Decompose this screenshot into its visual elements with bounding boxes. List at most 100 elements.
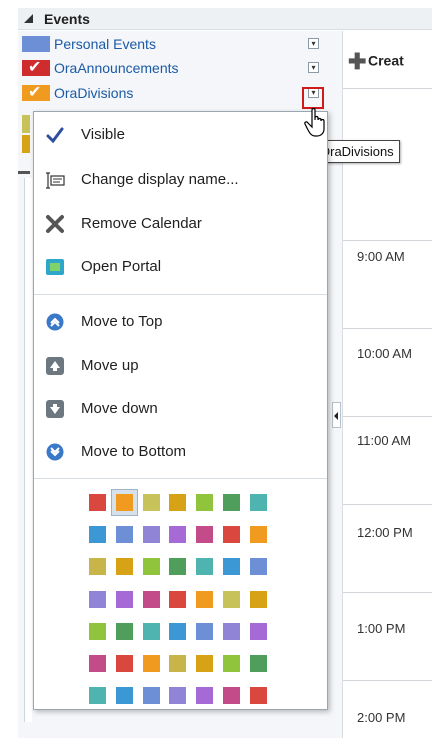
- menu-item-label: Change display name...: [81, 171, 239, 188]
- color-swatch[interactable]: [169, 655, 186, 672]
- events-section-header[interactable]: Events: [18, 8, 432, 30]
- color-swatch[interactable]: [143, 623, 160, 640]
- calendar-row-oraannouncements[interactable]: ✔ OraAnnouncements ▾: [18, 57, 342, 79]
- color-swatch[interactable]: [116, 655, 133, 672]
- color-swatch[interactable]: [116, 494, 133, 511]
- color-swatch[interactable]: [169, 558, 186, 575]
- menu-item-label: Move down: [81, 400, 158, 417]
- menu-item-label: Move up: [81, 357, 139, 374]
- menu-item-open-portal[interactable]: Open Portal: [42, 252, 318, 282]
- rename-icon: [46, 172, 65, 189]
- menu-item-move-to-bottom[interactable]: Move to Bottom: [42, 437, 318, 467]
- color-swatch[interactable]: [196, 687, 213, 704]
- calendar-label[interactable]: OraAnnouncements: [54, 60, 179, 76]
- time-label: 11:00 AM: [357, 433, 411, 448]
- color-swatch[interactable]: [169, 494, 186, 511]
- menu-item-label: Remove Calendar: [81, 215, 202, 232]
- color-swatch[interactable]: [143, 591, 160, 608]
- color-swatch[interactable]: [143, 558, 160, 575]
- color-swatch[interactable]: [143, 655, 160, 672]
- color-swatch[interactable]: [116, 623, 133, 640]
- move-to-top-icon: [46, 313, 64, 331]
- color-swatch[interactable]: [223, 591, 240, 608]
- menu-item-move-down[interactable]: Move down: [42, 394, 318, 424]
- color-swatch[interactable]: [196, 494, 213, 511]
- color-swatch[interactable]: [89, 591, 106, 608]
- color-swatch[interactable]: [223, 558, 240, 575]
- hour-line: [343, 592, 432, 593]
- collapse-panel-handle[interactable]: [332, 402, 341, 428]
- color-swatch[interactable]: [223, 687, 240, 704]
- menu-item-move-up[interactable]: Move up: [42, 351, 318, 381]
- calendar-color-swatch[interactable]: ✔: [22, 84, 50, 101]
- checkmark-icon: ✔: [28, 84, 42, 101]
- calendar-app: Events Personal Events ▾ ✔ OraAnnounceme…: [0, 0, 432, 738]
- calendar-color-swatch[interactable]: [22, 36, 50, 52]
- color-swatch[interactable]: [169, 526, 186, 543]
- color-swatch[interactable]: [89, 526, 106, 543]
- color-swatch[interactable]: [250, 494, 267, 511]
- calendar-label[interactable]: Personal Events: [54, 36, 156, 52]
- color-swatch[interactable]: [143, 494, 160, 511]
- calendar-color-swatch: [22, 135, 30, 153]
- color-swatch[interactable]: [223, 623, 240, 640]
- menu-item-move-to-top[interactable]: Move to Top: [42, 307, 318, 337]
- color-swatch[interactable]: [89, 655, 106, 672]
- color-swatch[interactable]: [250, 526, 267, 543]
- color-swatch[interactable]: [116, 591, 133, 608]
- color-swatch[interactable]: [116, 558, 133, 575]
- calendar-color-swatch[interactable]: ✔: [22, 59, 50, 76]
- arrow-up-icon: [46, 357, 64, 375]
- divider: [18, 171, 30, 174]
- menu-item-label: Visible: [81, 126, 125, 143]
- checkmark-icon: ✔: [28, 59, 42, 76]
- menu-separator: [34, 478, 327, 479]
- menu-item-visible[interactable]: Visible: [42, 120, 318, 150]
- hour-line: [343, 328, 432, 329]
- color-swatch[interactable]: [89, 558, 106, 575]
- calendar-menu-button[interactable]: ▾: [308, 62, 319, 73]
- arrow-down-icon: [46, 400, 64, 418]
- color-swatch[interactable]: [143, 526, 160, 543]
- menu-item-label: Open Portal: [81, 258, 162, 275]
- color-swatch[interactable]: [223, 655, 240, 672]
- menu-item-remove-calendar[interactable]: Remove Calendar: [42, 209, 318, 239]
- color-swatch[interactable]: [89, 687, 106, 704]
- calendar-menu-button[interactable]: ▾: [308, 38, 319, 49]
- color-swatch[interactable]: [250, 655, 267, 672]
- day-view: ✚ Creat 9:00 AM 10:00 AM 11:00 AM 12:00 P…: [342, 31, 432, 738]
- move-to-bottom-icon: [46, 443, 64, 461]
- color-swatch[interactable]: [196, 526, 213, 543]
- color-swatch[interactable]: [116, 687, 133, 704]
- calendar-context-menu: Visible Change display name... Remove Ca…: [33, 111, 328, 710]
- color-swatch[interactable]: [116, 526, 133, 543]
- menu-separator: [34, 294, 327, 295]
- color-swatch[interactable]: [196, 623, 213, 640]
- color-swatch[interactable]: [169, 687, 186, 704]
- color-swatch[interactable]: [169, 591, 186, 608]
- color-swatch[interactable]: [169, 623, 186, 640]
- calendar-row-personal-events[interactable]: Personal Events ▾: [18, 33, 342, 55]
- calendar-row-oradivisions[interactable]: ✔ OraDivisions ▾: [18, 82, 342, 104]
- time-label: 1:00 PM: [357, 621, 406, 636]
- x-icon: [46, 215, 64, 233]
- color-swatch[interactable]: [223, 494, 240, 511]
- hour-line: [343, 88, 432, 89]
- color-swatch[interactable]: [250, 687, 267, 704]
- color-swatch[interactable]: [250, 591, 267, 608]
- color-swatch[interactable]: [143, 687, 160, 704]
- color-swatch[interactable]: [89, 623, 106, 640]
- color-swatch[interactable]: [196, 591, 213, 608]
- menu-item-label: Move to Bottom: [81, 443, 187, 460]
- calendar-label[interactable]: OraDivisions: [54, 85, 133, 101]
- hour-line: [343, 240, 432, 241]
- collapse-triangle-icon[interactable]: [24, 14, 33, 23]
- color-swatch[interactable]: [250, 623, 267, 640]
- color-swatch[interactable]: [250, 558, 267, 575]
- menu-item-change-display-name[interactable]: Change display name...: [42, 165, 318, 195]
- color-swatch[interactable]: [223, 526, 240, 543]
- color-swatch[interactable]: [196, 655, 213, 672]
- create-button[interactable]: ✚ Creat: [343, 49, 404, 75]
- color-swatch[interactable]: [196, 558, 213, 575]
- color-swatch[interactable]: [89, 494, 106, 511]
